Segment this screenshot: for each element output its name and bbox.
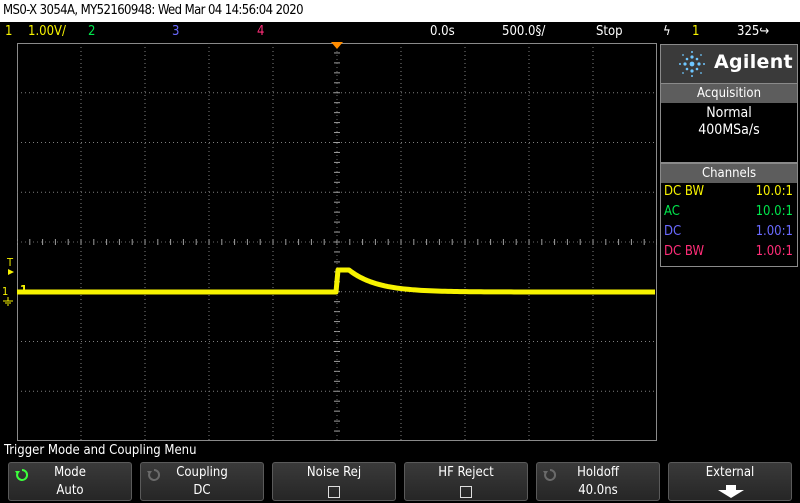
hf-reject-softkey[interactable]: HF Reject bbox=[404, 462, 528, 501]
noise-rej-checkbox[interactable] bbox=[328, 486, 340, 498]
holdoff-softkey[interactable]: Holdoff 40.0ns bbox=[536, 462, 660, 501]
channels-header: Channels bbox=[661, 164, 797, 183]
waveform-display[interactable] bbox=[17, 43, 657, 441]
holdoff-label: Holdoff bbox=[577, 465, 619, 480]
mode-value: Auto bbox=[56, 483, 84, 498]
coupling-softkey[interactable]: Coupling DC bbox=[140, 462, 264, 501]
external-softkey[interactable]: External bbox=[668, 462, 792, 501]
status-bar: 1 1.00V/ 2 3 4 0.0s 500.0§/ Stop ϟ 1 325… bbox=[0, 22, 800, 42]
ch4-probe: 1.00:1 bbox=[755, 244, 793, 259]
brand-name: Agilent bbox=[714, 51, 793, 73]
timebase-scale[interactable]: 500.0§/ bbox=[502, 22, 545, 42]
mode-softkey[interactable]: Mode Auto bbox=[8, 462, 132, 501]
ch1-coupling: DC BW bbox=[664, 184, 705, 199]
ground-icon bbox=[3, 297, 13, 306]
channel-4-row[interactable]: DC BW 1.00:1 bbox=[663, 242, 795, 262]
mode-label: Mode bbox=[54, 465, 86, 480]
noise-rej-softkey[interactable]: Noise Rej bbox=[272, 462, 396, 501]
trigger-source: 1 bbox=[692, 24, 700, 39]
ch1-number[interactable]: 1 bbox=[5, 22, 12, 42]
ch3-coupling: DC bbox=[664, 224, 682, 239]
acquisition-mode: Normal bbox=[706, 105, 752, 121]
acquisition-header: Acquisition bbox=[661, 84, 797, 103]
window-title: MS0-X 3054A, MY52160948: Wed Mar 04 14:5… bbox=[0, 0, 800, 22]
trigger-level-arrow bbox=[8, 269, 14, 275]
ch2-number[interactable]: 2 bbox=[88, 22, 95, 42]
ch4-coupling: DC BW bbox=[664, 244, 705, 259]
ch2-coupling: AC bbox=[664, 204, 680, 219]
channel-3-row[interactable]: DC 1.00:1 bbox=[663, 222, 795, 242]
ch1-trace-label: 1 bbox=[20, 283, 28, 297]
trigger-edge-icon: ϟ bbox=[663, 24, 671, 39]
run-state: Stop bbox=[596, 24, 623, 39]
trigger-level-marker[interactable]: T bbox=[7, 257, 13, 268]
acquisition-rate: 400MSa/s bbox=[698, 122, 760, 138]
ch4-number[interactable]: 4 bbox=[257, 22, 264, 42]
ch1-scale[interactable]: 1.00V/ bbox=[28, 22, 66, 42]
hf-reject-label: HF Reject bbox=[438, 465, 494, 480]
ch3-number[interactable]: 3 bbox=[172, 22, 179, 42]
ch1-probe: 10.0:1 bbox=[755, 184, 793, 199]
channel-1-row[interactable]: DC BW 10.0:1 bbox=[663, 182, 795, 202]
down-arrow-icon bbox=[718, 485, 744, 498]
menu-title: Trigger Mode and Coupling Menu bbox=[4, 443, 197, 458]
agilent-spark-logo bbox=[679, 51, 705, 77]
external-label: External bbox=[705, 465, 755, 480]
trigger-position-marker[interactable] bbox=[331, 42, 343, 50]
holdoff-value: 40.0ns bbox=[578, 483, 618, 498]
noise-rej-label: Noise Rej bbox=[306, 465, 362, 480]
coupling-value: DC bbox=[193, 483, 211, 498]
ch2-probe: 10.0:1 bbox=[755, 204, 793, 219]
ch3-probe: 1.00:1 bbox=[755, 224, 793, 239]
hf-reject-checkbox[interactable] bbox=[460, 486, 472, 498]
coupling-label: Coupling bbox=[176, 465, 228, 480]
channel-2-row[interactable]: AC 10.0:1 bbox=[663, 202, 795, 222]
trigger-level: 325↪ bbox=[737, 24, 770, 39]
acquisition-panel[interactable]: Acquisition Normal 400MSa/s bbox=[660, 83, 798, 163]
horizontal-delay[interactable]: 0.0s bbox=[430, 22, 455, 42]
